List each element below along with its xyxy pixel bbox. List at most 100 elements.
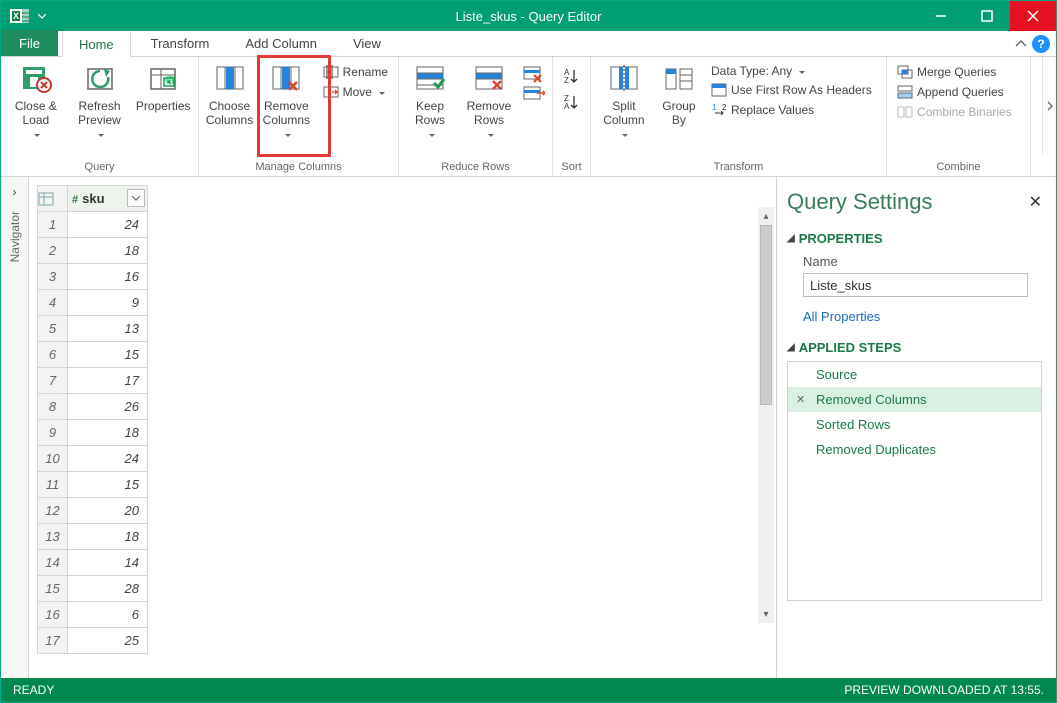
remove-errors-icon[interactable]	[523, 85, 545, 103]
row-number[interactable]: 14	[38, 550, 68, 576]
file-tab[interactable]: File	[1, 30, 58, 56]
applied-step[interactable]: Removed Duplicates	[788, 437, 1041, 462]
cell-value[interactable]: 18	[68, 524, 148, 550]
cell-value[interactable]: 13	[68, 316, 148, 342]
table-row[interactable]: 615	[38, 342, 148, 368]
cell-value[interactable]: 18	[68, 238, 148, 264]
minimize-button[interactable]	[918, 1, 964, 31]
row-number[interactable]: 10	[38, 446, 68, 472]
keep-rows-button[interactable]: Keep Rows	[405, 61, 455, 141]
table-row[interactable]: 826	[38, 394, 148, 420]
applied-step[interactable]: ✕Removed Columns	[788, 387, 1041, 412]
cell-value[interactable]: 20	[68, 498, 148, 524]
table-row[interactable]: 218	[38, 238, 148, 264]
table-row[interactable]: 316	[38, 264, 148, 290]
first-row-headers-button[interactable]: Use First Row As Headers	[707, 81, 880, 99]
applied-step[interactable]: Source	[788, 362, 1041, 387]
cell-value[interactable]: 9	[68, 290, 148, 316]
collapse-ribbon-icon[interactable]	[1014, 37, 1028, 51]
split-column-button[interactable]: Split Column	[597, 61, 651, 141]
applied-steps-header[interactable]: ◢APPLIED STEPS	[787, 340, 1042, 355]
cell-value[interactable]: 24	[68, 446, 148, 472]
vertical-scrollbar[interactable]: ▴ ▾	[758, 207, 774, 623]
tab-view[interactable]: View	[337, 30, 397, 56]
data-grid[interactable]: #sku 12421831649513615717826918102411151…	[37, 185, 148, 654]
cell-value[interactable]: 15	[68, 342, 148, 368]
properties-section-header[interactable]: ◢PROPERTIES	[787, 231, 1042, 246]
table-row[interactable]: 49	[38, 290, 148, 316]
cell-value[interactable]: 17	[68, 368, 148, 394]
properties-button[interactable]: Properties	[134, 61, 192, 113]
tab-home[interactable]: Home	[62, 31, 131, 57]
cell-value[interactable]: 16	[68, 264, 148, 290]
ribbon-overflow-button[interactable]	[1042, 57, 1056, 154]
query-name-input[interactable]	[803, 273, 1028, 297]
row-number[interactable]: 3	[38, 264, 68, 290]
row-number[interactable]: 17	[38, 628, 68, 654]
sort-asc-button[interactable]: AZ	[562, 67, 582, 85]
cell-value[interactable]: 15	[68, 472, 148, 498]
refresh-preview-button[interactable]: Refresh Preview	[71, 61, 129, 141]
applied-step[interactable]: Sorted Rows	[788, 412, 1041, 437]
all-properties-link[interactable]: All Properties	[803, 309, 1042, 324]
scroll-handle[interactable]	[760, 225, 772, 405]
close-and-load-button[interactable]: Close & Load	[7, 61, 65, 141]
sort-desc-button[interactable]: ZA	[562, 93, 582, 111]
row-number[interactable]: 12	[38, 498, 68, 524]
row-number[interactable]: 6	[38, 342, 68, 368]
table-row[interactable]: 166	[38, 602, 148, 628]
group-by-button[interactable]: Group By	[657, 61, 701, 127]
help-icon[interactable]: ?	[1032, 35, 1050, 53]
table-row[interactable]: 1024	[38, 446, 148, 472]
choose-columns-button[interactable]: Choose Columns	[205, 61, 254, 127]
row-number[interactable]: 13	[38, 524, 68, 550]
column-filter-button[interactable]	[127, 189, 145, 207]
scroll-up-button[interactable]: ▴	[758, 207, 774, 225]
move-button[interactable]: Move	[319, 83, 392, 101]
remove-duplicates-icon[interactable]	[523, 65, 545, 83]
maximize-button[interactable]	[964, 1, 1010, 31]
append-queries-button[interactable]: Append Queries	[893, 83, 1024, 101]
cell-value[interactable]: 28	[68, 576, 148, 602]
table-row[interactable]: 1725	[38, 628, 148, 654]
corner-cell[interactable]	[38, 186, 68, 212]
row-number[interactable]: 8	[38, 394, 68, 420]
cell-value[interactable]: 14	[68, 550, 148, 576]
remove-rows-button[interactable]: Remove Rows	[461, 61, 517, 141]
merge-queries-button[interactable]: Merge Queries	[893, 63, 1024, 81]
row-number[interactable]: 1	[38, 212, 68, 238]
row-number[interactable]: 11	[38, 472, 68, 498]
row-number[interactable]: 16	[38, 602, 68, 628]
replace-values-button[interactable]: 12Replace Values	[707, 101, 880, 119]
cell-value[interactable]: 24	[68, 212, 148, 238]
quick-access-dropdown[interactable]	[35, 12, 49, 20]
cell-value[interactable]: 18	[68, 420, 148, 446]
table-row[interactable]: 918	[38, 420, 148, 446]
table-row[interactable]: 1318	[38, 524, 148, 550]
table-row[interactable]: 124	[38, 212, 148, 238]
row-number[interactable]: 15	[38, 576, 68, 602]
row-number[interactable]: 2	[38, 238, 68, 264]
navigator-expand-icon[interactable]: ›	[13, 185, 17, 199]
cell-value[interactable]: 26	[68, 394, 148, 420]
row-number[interactable]: 9	[38, 420, 68, 446]
tab-transform[interactable]: Transform	[135, 30, 226, 56]
scroll-down-button[interactable]: ▾	[758, 605, 774, 623]
table-row[interactable]: 717	[38, 368, 148, 394]
cell-value[interactable]: 25	[68, 628, 148, 654]
column-header-sku[interactable]: #sku	[68, 186, 148, 212]
table-row[interactable]: 1115	[38, 472, 148, 498]
table-row[interactable]: 1528	[38, 576, 148, 602]
close-button[interactable]	[1010, 1, 1056, 31]
table-row[interactable]: 1414	[38, 550, 148, 576]
navigator-rail[interactable]: › Navigator	[1, 177, 29, 678]
table-row[interactable]: 513	[38, 316, 148, 342]
tab-add-column[interactable]: Add Column	[229, 30, 333, 56]
cell-value[interactable]: 6	[68, 602, 148, 628]
table-row[interactable]: 1220	[38, 498, 148, 524]
delete-step-icon[interactable]: ✕	[796, 393, 805, 406]
row-number[interactable]: 4	[38, 290, 68, 316]
rename-button[interactable]: Rename	[319, 63, 392, 81]
row-number[interactable]: 5	[38, 316, 68, 342]
query-settings-close-icon[interactable]: ✕	[1029, 192, 1042, 212]
